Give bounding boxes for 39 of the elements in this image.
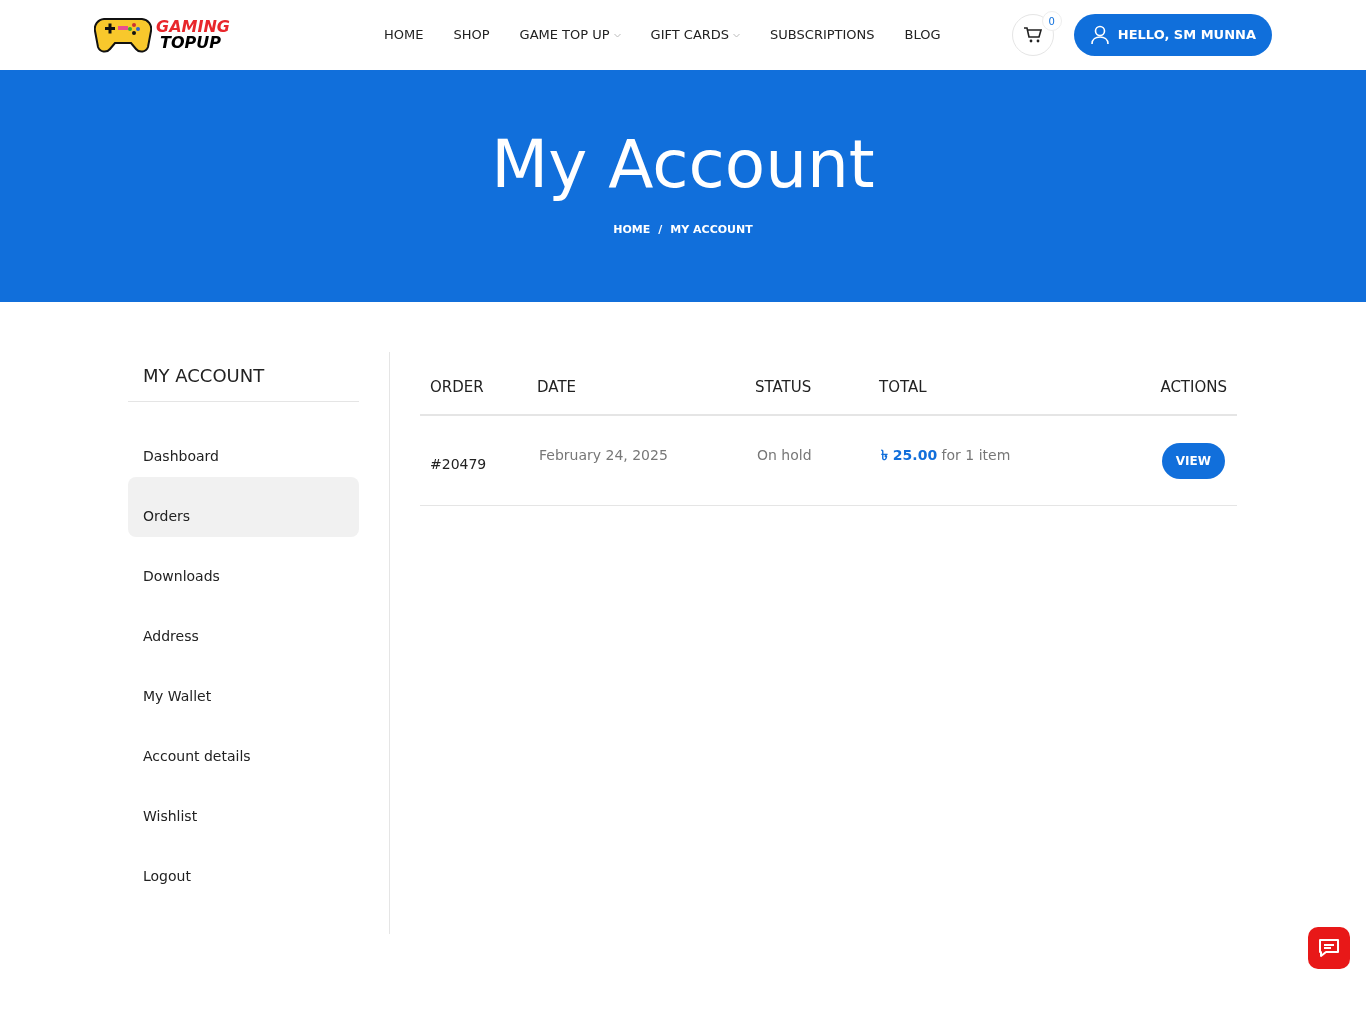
logo-text: GAMING <box>156 19 230 35</box>
breadcrumb-separator: / <box>658 222 663 238</box>
sidebar-item[interactable]: Orders <box>128 477 359 537</box>
order-number: #20479 <box>430 456 487 472</box>
sidebar-item[interactable]: Account details <box>128 717 359 777</box>
nav-link[interactable]: BLOG <box>904 25 941 45</box>
sidebar-item[interactable]: Address <box>128 597 359 657</box>
nav-link[interactable]: SHOP <box>453 25 490 45</box>
breadcrumb-link[interactable]: HOME <box>613 222 651 239</box>
user-icon <box>1089 25 1110 45</box>
nav-link[interactable]: GAME TOP UP <box>519 25 621 45</box>
cart-icon <box>1022 26 1043 44</box>
view-button[interactable]: VIEW <box>1161 442 1225 479</box>
sidebar-item[interactable]: My Wallet <box>128 657 359 717</box>
column-header: ORDER <box>429 376 485 398</box>
sidebar-item[interactable]: Logout <box>128 837 359 897</box>
column-header: DATE <box>537 376 578 398</box>
order-date: February 24, 2025 <box>539 447 668 463</box>
cart-count-badge: 0 <box>1041 11 1062 31</box>
sidebar-title: MY ACCOUNT <box>143 364 266 388</box>
chat-icon <box>1317 937 1341 959</box>
nav-link[interactable]: GIFT CARDS <box>650 25 741 45</box>
chevron-down-icon <box>733 32 741 38</box>
logo-text: TOPUP <box>159 35 222 51</box>
column-header: STATUS <box>755 376 813 398</box>
sidebar-item[interactable]: Wishlist <box>128 777 359 837</box>
column-header: TOTAL <box>879 376 928 398</box>
order-status: On hold <box>757 447 812 463</box>
sidebar-item[interactable]: Dashboard <box>128 417 359 477</box>
chevron-down-icon <box>613 32 621 38</box>
sidebar-item[interactable]: Downloads <box>128 537 359 597</box>
breadcrumb-link[interactable]: MY ACCOUNT <box>670 222 753 239</box>
gamepad-logo-icon <box>94 15 152 55</box>
chat-button[interactable] <box>1308 927 1350 969</box>
order-total: ৳ 25.00 for 1 item <box>881 447 1011 463</box>
nav-link[interactable]: HOME <box>384 25 424 45</box>
nav-link[interactable]: SUBSCRIPTIONS <box>770 25 875 45</box>
account-button[interactable]: HELLO, SM MUNNA <box>1073 14 1272 56</box>
column-header: ACTIONS <box>1159 376 1228 398</box>
